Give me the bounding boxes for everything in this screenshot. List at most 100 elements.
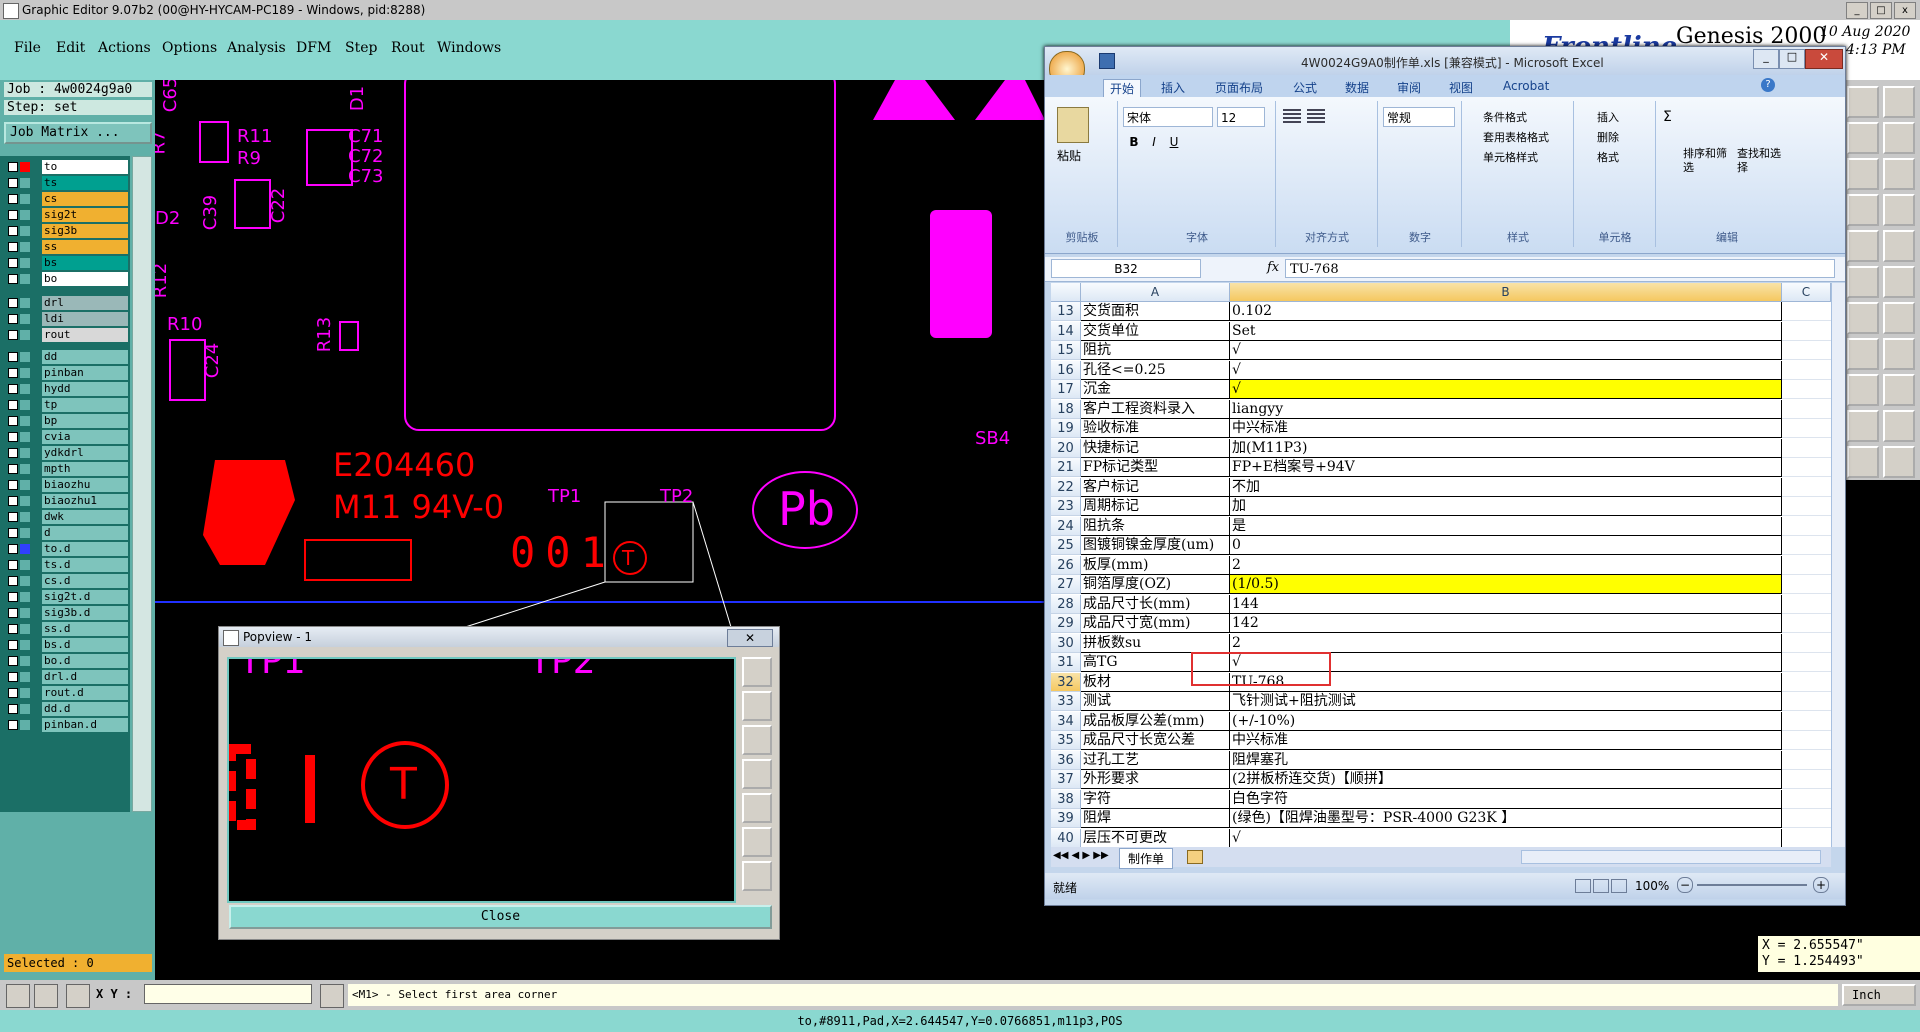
layer-row[interactable]: sig2t: [6, 208, 128, 222]
layer-row[interactable]: rout: [6, 328, 128, 342]
layer-checkbox[interactable]: [8, 480, 18, 490]
layer-checkbox[interactable]: [8, 314, 18, 324]
cell-b[interactable]: √: [1230, 828, 1782, 847]
tab-review[interactable]: 审阅: [1397, 79, 1421, 96]
layer-color-swatch[interactable]: [20, 298, 30, 308]
tool-icon-18[interactable]: [1883, 374, 1915, 406]
cell-c[interactable]: [1782, 380, 1831, 399]
tool-icon-17[interactable]: [1847, 374, 1879, 406]
popview-title-bar[interactable]: Popview - 1 ✕: [219, 627, 779, 647]
cell-a[interactable]: 过孔工艺: [1081, 750, 1230, 770]
cell-c[interactable]: [1782, 419, 1831, 438]
tool-icon-10[interactable]: [1883, 230, 1915, 262]
cell-a[interactable]: 验收标准: [1081, 419, 1230, 438]
row-header[interactable]: 39: [1051, 809, 1081, 828]
cell-b[interactable]: 2: [1230, 555, 1782, 575]
layer-row[interactable]: cs: [6, 192, 128, 206]
layer-row[interactable]: to: [6, 160, 128, 174]
layer-color-swatch[interactable]: [20, 480, 30, 490]
close-button[interactable]: x: [1894, 2, 1916, 19]
cell-a[interactable]: 外形要求: [1081, 770, 1230, 789]
sheet-nav-icons[interactable]: ◀◀ ◀ ▶ ▶▶: [1053, 850, 1109, 861]
zoom-slider[interactable]: [1697, 884, 1807, 886]
layer-checkbox[interactable]: [8, 242, 18, 252]
menu-actions[interactable]: Actions: [98, 40, 151, 56]
menu-rout[interactable]: Rout: [391, 40, 425, 56]
paste-label[interactable]: 粘贴: [1057, 147, 1081, 164]
horizontal-scrollbar[interactable]: [1521, 850, 1821, 864]
tab-home[interactable]: 开始: [1103, 79, 1142, 97]
cell-b[interactable]: √: [1230, 341, 1782, 360]
cell-a[interactable]: 客户标记: [1081, 477, 1230, 497]
layer-row[interactable]: drl.d: [6, 670, 128, 684]
layer-row[interactable]: dd.d: [6, 702, 128, 716]
layer-color-swatch[interactable]: [20, 688, 30, 698]
page-break-view-icon[interactable]: [1611, 879, 1627, 893]
layer-checkbox[interactable]: [8, 352, 18, 362]
col-header-c[interactable]: C: [1782, 283, 1831, 302]
zoom-in-icon[interactable]: +: [1813, 877, 1829, 893]
cell-b[interactable]: 加: [1230, 497, 1782, 516]
layer-row[interactable]: hydd: [6, 382, 128, 396]
cell-b[interactable]: (绿色)【阻焊油墨型号：PSR-4000 G23K 】: [1230, 809, 1782, 828]
tool-icon-7[interactable]: [1847, 194, 1879, 226]
cell-c[interactable]: [1782, 673, 1831, 692]
cell-a[interactable]: 孔径<=0.25: [1081, 360, 1230, 380]
layer-checkbox[interactable]: [8, 672, 18, 682]
cell-c[interactable]: [1782, 829, 1831, 847]
layer-color-swatch[interactable]: [20, 330, 30, 340]
tool-icon-9[interactable]: [1847, 230, 1879, 262]
table-format-button[interactable]: 套用表格格式: [1483, 129, 1549, 145]
cell-b[interactable]: 飞针测试+阻抗测试: [1230, 692, 1782, 711]
layer-checkbox[interactable]: [8, 688, 18, 698]
layer-color-swatch[interactable]: [20, 178, 30, 188]
fx-icon[interactable]: fx: [1267, 260, 1279, 275]
layer-color-swatch[interactable]: [20, 720, 30, 730]
layer-checkbox[interactable]: [8, 258, 18, 268]
layer-checkbox[interactable]: [8, 720, 18, 730]
col-header-b[interactable]: B: [1230, 283, 1782, 302]
cell-a[interactable]: 图镀铜镍金厚度(um): [1081, 536, 1230, 555]
cell-a[interactable]: 测试: [1081, 692, 1230, 711]
cell-c[interactable]: [1782, 478, 1831, 497]
cell-b[interactable]: 是: [1230, 516, 1782, 536]
tool-icon-13[interactable]: [1847, 302, 1879, 334]
underline-button[interactable]: U: [1165, 135, 1183, 153]
layer-checkbox[interactable]: [8, 576, 18, 586]
cell-c[interactable]: [1782, 341, 1831, 360]
job-matrix-button[interactable]: Job Matrix ...: [4, 122, 152, 144]
align-center-icon[interactable]: [1307, 109, 1325, 123]
row-header[interactable]: 22: [1051, 477, 1081, 497]
layer-row[interactable]: ldi: [6, 312, 128, 326]
align-left-icon[interactable]: [1283, 109, 1301, 123]
cell-a[interactable]: 阻抗: [1081, 341, 1230, 360]
excel-title-bar[interactable]: 4W0024G9A0制作单.xls [兼容模式] - Microsoft Exc…: [1045, 47, 1845, 87]
col-header-a[interactable]: A: [1081, 283, 1230, 302]
font-size-select[interactable]: 12: [1217, 107, 1265, 127]
layer-row[interactable]: cvia: [6, 430, 128, 444]
layer-row[interactable]: bs: [6, 256, 128, 270]
cell-c[interactable]: [1782, 575, 1831, 594]
layer-color-swatch[interactable]: [20, 656, 30, 666]
minimize-button[interactable]: _: [1846, 2, 1868, 19]
font-name-select[interactable]: 宋体: [1123, 107, 1213, 127]
layer-row[interactable]: to.d: [6, 542, 128, 556]
cell-a[interactable]: 客户工程资料录入: [1081, 399, 1230, 419]
layer-checkbox[interactable]: [8, 330, 18, 340]
row-header[interactable]: 24: [1051, 516, 1081, 536]
cell-a[interactable]: 周期标记: [1081, 497, 1230, 516]
layer-color-swatch[interactable]: [20, 368, 30, 378]
tab-view[interactable]: 视图: [1449, 79, 1473, 96]
tab-page-layout[interactable]: 页面布局: [1215, 79, 1263, 96]
row-header[interactable]: 32: [1051, 672, 1081, 692]
tool-icon-16[interactable]: [1883, 338, 1915, 370]
tool-icon-22[interactable]: [1883, 446, 1915, 478]
cell-c[interactable]: [1782, 595, 1831, 614]
layer-color-swatch[interactable]: [20, 624, 30, 634]
cell-b[interactable]: 中兴标准: [1230, 419, 1782, 438]
layer-color-swatch[interactable]: [20, 432, 30, 442]
cell-b[interactable]: liangyy: [1230, 399, 1782, 419]
layer-color-swatch[interactable]: [20, 592, 30, 602]
layer-checkbox[interactable]: [8, 640, 18, 650]
tab-insert[interactable]: 插入: [1161, 79, 1185, 96]
